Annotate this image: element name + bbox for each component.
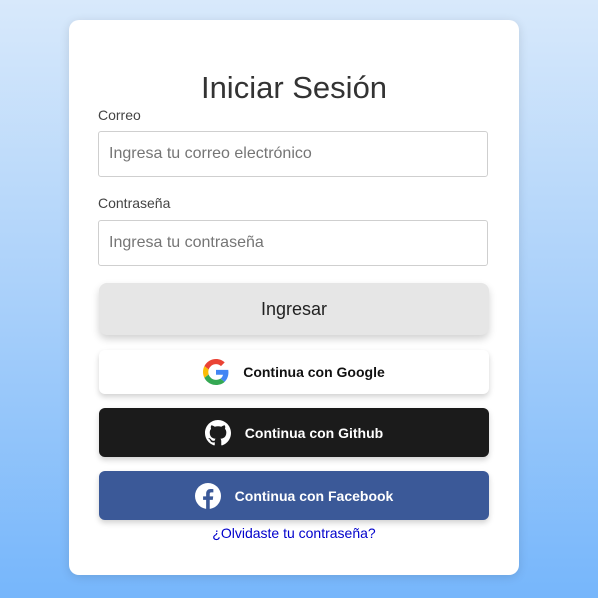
- github-icon: [204, 419, 231, 446]
- facebook-button-label: Continua con Facebook: [234, 487, 394, 504]
- page-title: Iniciar Sesión: [200, 70, 388, 105]
- github-login-button[interactable]: Continua con Github: [99, 408, 489, 457]
- facebook-icon: [194, 482, 221, 509]
- password-field[interactable]: [98, 220, 488, 266]
- github-button-label: Continua con Github: [244, 424, 384, 441]
- google-icon: [203, 359, 229, 385]
- login-button[interactable]: Ingresar: [99, 283, 489, 335]
- password-label: Contraseña: [98, 195, 171, 211]
- login-button-label: Ingresar: [260, 298, 328, 319]
- google-button-label: Continua con Google: [243, 364, 385, 380]
- forgot-password-link[interactable]: ¿Olvidaste tu contraseña?: [212, 525, 375, 541]
- login-card: Iniciar Sesión Correo Contraseña Ingresa…: [69, 20, 519, 575]
- facebook-login-button[interactable]: Continua con Facebook: [99, 471, 489, 520]
- forgot-password-row: ¿Olvidaste tu contraseña?: [69, 525, 519, 541]
- email-label: Correo: [98, 107, 141, 123]
- email-field[interactable]: [98, 131, 488, 177]
- google-login-button[interactable]: Continua con Google: [99, 350, 489, 394]
